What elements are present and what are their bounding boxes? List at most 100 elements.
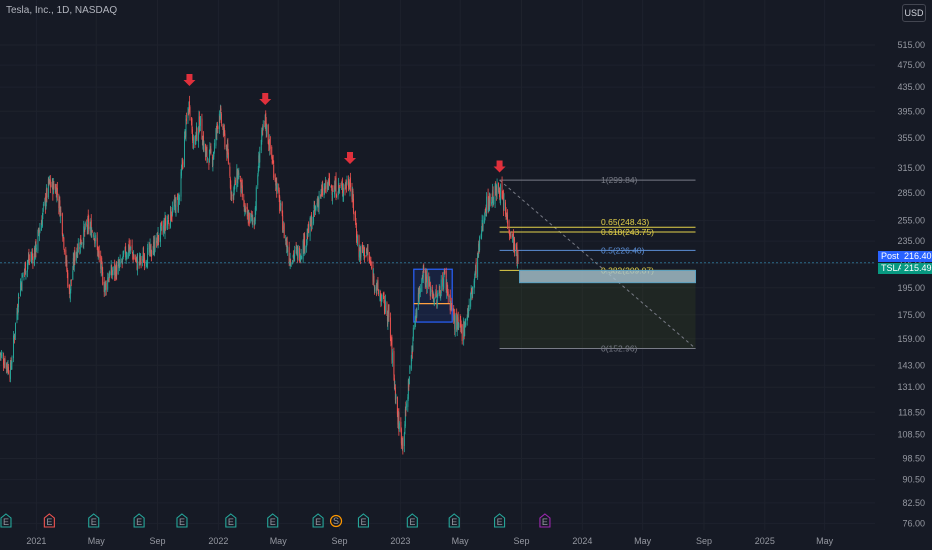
- candle-body: [63, 249, 65, 253]
- candle-body: [213, 143, 215, 153]
- target-zone: [519, 269, 697, 284]
- candle-body: [88, 218, 90, 230]
- candle-body: [37, 231, 39, 251]
- candle-body: [259, 151, 261, 163]
- time-tick-label: Sep: [332, 536, 348, 546]
- candle-body: [437, 292, 439, 297]
- candle-body: [388, 304, 390, 318]
- candle-body: [311, 221, 313, 229]
- candle-body: [499, 190, 501, 198]
- price-tick-label: 255.00: [897, 216, 925, 226]
- candle-body: [220, 113, 222, 124]
- candle-body: [91, 231, 93, 233]
- candle-body: [257, 175, 259, 186]
- candle-body: [182, 161, 184, 165]
- candle-body: [238, 172, 240, 178]
- earnings-event-letter: E: [228, 517, 234, 527]
- candle-body: [461, 325, 463, 341]
- candle-body: [440, 279, 442, 293]
- price-tick-label: 285.00: [897, 188, 925, 198]
- candle-body: [102, 271, 104, 285]
- candle-body: [38, 230, 40, 233]
- candle-body: [353, 211, 355, 216]
- candle-body: [132, 252, 134, 255]
- candle-body: [133, 255, 135, 259]
- price-chart[interactable]: 1(299.84) 0.65(248.43)0.618(243.75) 0.5(22…: [0, 0, 932, 550]
- candle-body: [287, 250, 289, 252]
- price-axis[interactable]: 515.00 475.00 435.00 395.00 355.00 315.00 285.…: [897, 40, 925, 528]
- candle-body: [398, 423, 400, 429]
- candle-body: [276, 183, 278, 191]
- candle-body: [346, 186, 347, 188]
- candle-body: [433, 298, 435, 306]
- candle-body: [84, 222, 86, 229]
- candle-body: [165, 217, 166, 226]
- candle-body: [391, 352, 393, 363]
- candle-body: [313, 210, 315, 224]
- grid: [0, 0, 875, 530]
- time-axis[interactable]: 2021 May Sep 2022 May Sep 2023 May Sep 2024 May Sep…: [26, 536, 833, 546]
- candle-body: [329, 176, 331, 186]
- candle-body: [63, 237, 65, 248]
- candle-body: [72, 270, 74, 280]
- candle-body: [53, 183, 55, 188]
- candle-body: [168, 220, 169, 223]
- candle-body: [339, 188, 340, 191]
- down-arrow-icon: [344, 152, 356, 165]
- candle-body: [94, 241, 96, 244]
- candle-body: [196, 128, 198, 140]
- candle-body: [107, 277, 109, 290]
- candle-body: [21, 275, 23, 278]
- drawings: 1(299.84) 0.65(248.43)0.618(243.75) 0.5(22…: [413, 175, 697, 353]
- candle-body: [252, 220, 254, 222]
- candle-body: [443, 276, 445, 288]
- price-tick-label: 90.50: [902, 475, 925, 485]
- candle-body: [1, 353, 2, 357]
- candle-body: [325, 180, 327, 189]
- post-price-label: Post: [878, 251, 901, 263]
- earnings-event-letter: E: [91, 517, 97, 527]
- candle-body: [297, 247, 299, 258]
- candle-body: [451, 303, 453, 308]
- candle-body: [419, 288, 421, 293]
- candle-body: [350, 177, 351, 188]
- currency-button[interactable]: USD: [902, 4, 926, 22]
- time-tick-label: 2025: [755, 536, 775, 546]
- candle-body: [46, 188, 48, 198]
- candle-body: [377, 279, 379, 291]
- candle-body: [458, 323, 460, 328]
- candle-body: [290, 265, 292, 267]
- price-tick-label: 98.50: [902, 453, 925, 463]
- candle-body: [109, 271, 111, 277]
- candle-body: [239, 175, 241, 178]
- fib-level-label: 0(152.96): [601, 343, 638, 353]
- candle-body: [510, 235, 512, 237]
- candle-body: [322, 186, 324, 196]
- earnings-event-letter: E: [542, 517, 548, 527]
- price-tick-label: 108.50: [897, 429, 925, 439]
- candle-body: [409, 365, 411, 374]
- candle-body: [255, 187, 257, 210]
- earnings-event-letter: E: [315, 517, 321, 527]
- candle-body: [465, 322, 467, 327]
- candle-body: [430, 289, 432, 293]
- candle-body: [161, 226, 163, 231]
- candle-body: [67, 272, 69, 287]
- candle-body: [423, 267, 425, 271]
- candle-body: [301, 256, 303, 259]
- earnings-event-letter: E: [360, 517, 366, 527]
- time-tick-label: Sep: [150, 536, 166, 546]
- candle-body: [49, 179, 51, 188]
- price-tick-label: 131.00: [897, 382, 925, 392]
- candle-body: [393, 350, 395, 376]
- price-tick-label: 435.00: [897, 82, 925, 92]
- price-tick-label: 195.00: [897, 283, 925, 293]
- down-arrow-icon: [493, 160, 506, 173]
- candle-body: [95, 235, 97, 239]
- candle-body: [336, 194, 337, 198]
- candle-body: [212, 160, 214, 166]
- candle-body: [315, 206, 317, 211]
- candle-body: [116, 265, 118, 276]
- candle-body: [514, 238, 515, 253]
- candle-body: [408, 376, 410, 385]
